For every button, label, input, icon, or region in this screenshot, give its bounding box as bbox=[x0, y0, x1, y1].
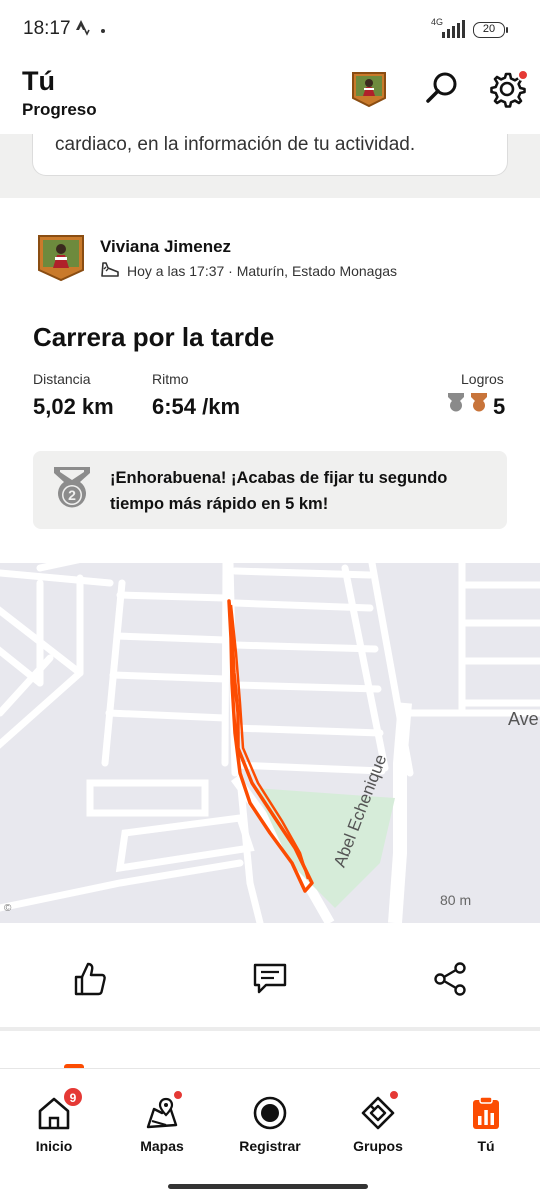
map-canvas bbox=[0, 563, 540, 923]
map-scale: 80 m bbox=[440, 892, 472, 908]
mapas-notification-dot bbox=[172, 1089, 184, 1101]
nav-item-grupos[interactable]: Grupos bbox=[324, 1069, 432, 1169]
nav-item-inicio[interactable]: 9 Inicio bbox=[0, 1069, 108, 1169]
medal-number: 2 bbox=[68, 487, 76, 503]
pace-label: Ritmo bbox=[152, 371, 189, 387]
map-attribution[interactable]: © bbox=[4, 903, 11, 914]
activity-card[interactable]: Viviana Jimenez Hoy a las 17:37 · Maturí… bbox=[0, 198, 540, 563]
activity-meta: Hoy a las 17:37 · Maturín, Estado Monaga… bbox=[127, 263, 398, 279]
notice-text: cardiaco, en la información de tu activi… bbox=[55, 134, 416, 155]
nav-label-grupos: Grupos bbox=[353, 1138, 403, 1154]
progress-clipboard-icon bbox=[473, 1096, 499, 1129]
nav-item-registrar[interactable]: Registrar bbox=[216, 1069, 324, 1169]
signal-icon bbox=[442, 20, 465, 38]
route-map[interactable]: Abel Echenique Ave 80 m © bbox=[0, 563, 540, 923]
settings-notification-badge bbox=[517, 69, 529, 81]
search-icon[interactable] bbox=[424, 70, 460, 106]
inicio-badge: 9 bbox=[62, 1086, 84, 1108]
home-indicator[interactable] bbox=[168, 1184, 368, 1189]
profile-avatar[interactable] bbox=[350, 70, 388, 108]
battery-icon: 20 bbox=[473, 22, 508, 38]
athlete-avatar[interactable] bbox=[37, 234, 85, 282]
nav-label-registrar: Registrar bbox=[239, 1138, 301, 1154]
nav-label-mapas: Mapas bbox=[140, 1138, 184, 1154]
pr-text: ¡Enhorabuena! ¡Acabas de fijar tu segund… bbox=[110, 469, 448, 513]
pace-value: 6:54 /km bbox=[152, 394, 241, 419]
nav-item-tu[interactable]: Tú bbox=[432, 1069, 540, 1169]
nav-label-tu: Tú bbox=[477, 1138, 495, 1154]
page-title: Tú bbox=[22, 66, 55, 96]
record-icon bbox=[253, 1096, 287, 1130]
comment-icon[interactable] bbox=[252, 961, 288, 997]
app-header: Tú Progreso bbox=[0, 58, 540, 134]
status-time: 18:17 bbox=[23, 18, 71, 39]
status-bar: 18:17 4G 20 bbox=[0, 0, 540, 58]
share-icon[interactable] bbox=[432, 961, 468, 997]
achievements-value: 5 bbox=[493, 394, 506, 419]
nav-label-inicio: Inicio bbox=[35, 1138, 73, 1154]
athlete-name[interactable]: Viviana Jimenez bbox=[100, 237, 231, 257]
notice-card: cardiaco, en la información de tu activi… bbox=[32, 134, 508, 176]
nav-item-mapas[interactable]: Mapas bbox=[108, 1069, 216, 1169]
street-label-ave: Ave bbox=[508, 709, 539, 729]
thumbs-up-icon[interactable] bbox=[72, 961, 108, 997]
activity-actions bbox=[0, 923, 540, 1028]
distance-label: Distancia bbox=[33, 371, 91, 387]
distance-value: 5,02 km bbox=[33, 394, 114, 419]
strava-notification-icon bbox=[76, 20, 90, 36]
page-subtitle: Progreso bbox=[22, 100, 97, 119]
achievements-label: Logros bbox=[461, 371, 504, 387]
achievement-medals-icon bbox=[448, 393, 487, 412]
notification-dot bbox=[101, 29, 105, 33]
silver-medal-icon: 2 bbox=[54, 467, 90, 508]
shoe-icon bbox=[101, 262, 119, 277]
pr-banner[interactable]: 2 ¡Enhorabuena! ¡Acabas de fijar tu segu… bbox=[33, 451, 507, 529]
bottom-navigation: 9 Inicio Mapas Registrar Grupos Tú bbox=[0, 1068, 540, 1200]
grupos-notification-dot bbox=[388, 1089, 400, 1101]
activity-title[interactable]: Carrera por la tarde bbox=[33, 322, 274, 353]
